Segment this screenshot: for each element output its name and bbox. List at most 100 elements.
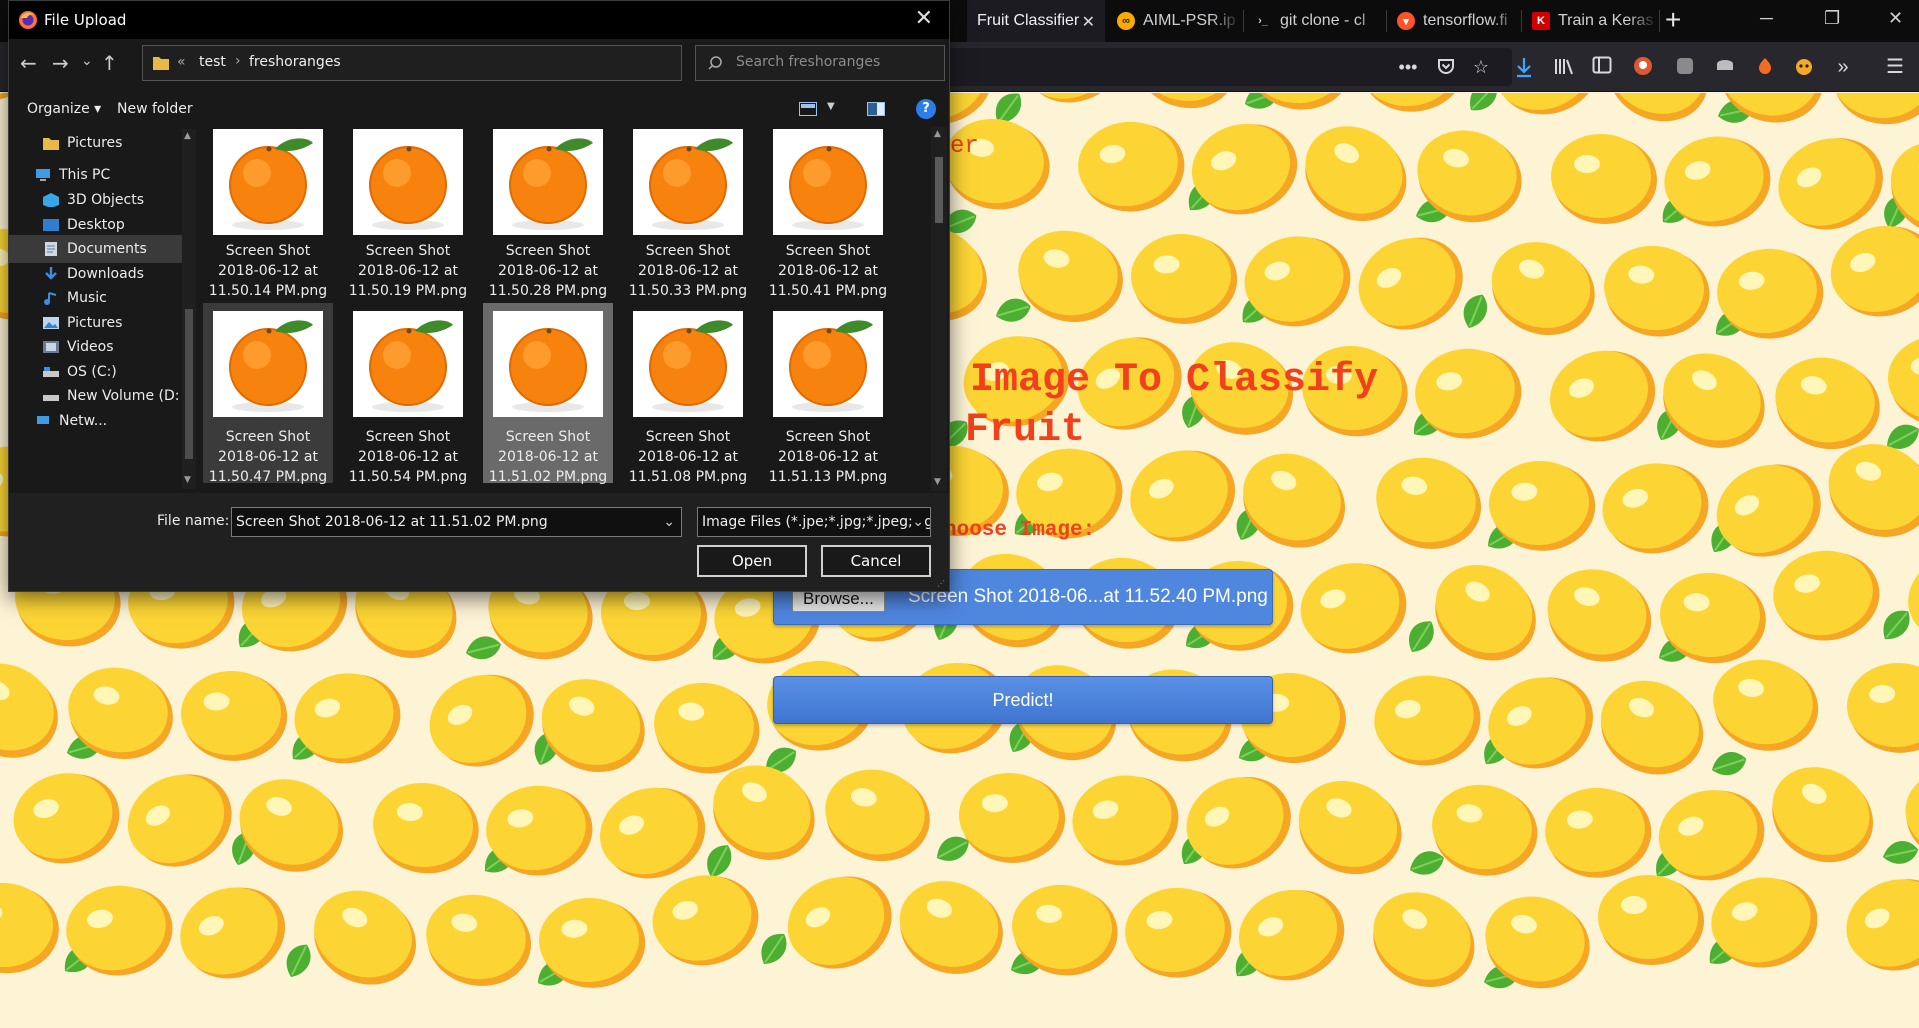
file-name-caption: Screen Shot 2018-06-12 at 11.50.28 PM.png [483,241,613,301]
scroll-down-icon[interactable]: ▼ [184,475,191,485]
pocket-icon[interactable] [1435,56,1457,78]
scroll-thumb[interactable] [935,157,943,223]
tab-keras[interactable]: K Train a Keras [1522,0,1658,42]
nav-item-this-pc[interactable]: This PC [9,161,182,189]
ext-icon[interactable] [1714,56,1736,78]
file-name-line: 11.51.13 PM.png [768,469,888,485]
predict-button[interactable]: Predict! [773,676,1273,724]
close-icon[interactable]: ✕ [1082,12,1095,32]
nav-item-network[interactable]: Netw... [9,407,182,435]
minimize-icon[interactable]: ─ [1760,8,1773,29]
ext-duckduckgo-icon[interactable] [1632,56,1654,78]
file-tile[interactable]: Screen Shot 2018-06-12 at 11.50.19 PM.png [343,129,473,309]
nav-item-documents[interactable]: Documents [9,235,182,263]
path-segment[interactable]: test [199,54,226,70]
file-tile[interactable]: Screen Shot 2018-06-12 at 11.50.14 PM.png [203,129,333,309]
page-heading-line2: Fruit [965,408,1086,453]
file-grid-scrollbar[interactable]: ▲ ▼ [931,127,947,491]
nav-label: Pictures [67,135,123,151]
organize-button[interactable]: Organize ▾ [27,101,101,117]
tab-fruit-classifier[interactable]: Fruit Classifier ✕ [967,0,1105,42]
file-name-line: Screen Shot [785,243,871,259]
file-name-value: Screen Shot 2018-06-12 at 11.51.02 PM.pn… [236,514,548,530]
file-tile[interactable]: Screen Shot 2018-06-12 at 11.51.02 PM.png [483,303,613,485]
back-icon[interactable]: ← [20,51,37,75]
pc-icon [36,169,50,181]
view-options-icon[interactable] [799,102,817,116]
preview-pane-icon[interactable] [867,102,885,116]
scroll-thumb[interactable] [185,309,193,459]
new-tab-button[interactable]: + [1665,6,1681,34]
file-tile[interactable]: Screen Shot 2018-06-12 at 11.50.54 PM.png [343,303,473,485]
firefox-icon [19,11,37,29]
nav-item-pictures-quick[interactable]: Pictures [9,129,182,157]
navigation-scrollbar[interactable]: ▲ ▼ [182,129,196,489]
file-tile[interactable]: Screen Shot 2018-06-12 at 11.51.13 PM.png [763,303,893,485]
file-tile[interactable]: Screen Shot 2018-06-12 at 11.50.41 PM.png [763,129,893,309]
star-icon[interactable]: ☆ [1470,56,1492,78]
nav-item-3d-objects[interactable]: 3D Objects [9,186,182,214]
search-input[interactable]: Search freshoranges [695,45,945,81]
scroll-up-icon[interactable]: ▲ [934,129,941,139]
chosen-file-name: Screen Shot 2018-06...at 11.52.40 PM.png [908,586,1268,607]
file-thumbnail [213,311,323,417]
file-type-value: Image Files (*.jpe;*.jpg;*.jpeg;*.g [702,514,931,530]
videos-icon [43,341,59,353]
file-name-line: 11.50.14 PM.png [208,283,328,299]
file-name-field[interactable]: Screen Shot 2018-06-12 at 11.51.02 PM.pn… [231,507,682,537]
tab-tensorflow[interactable]: ▾ tensorflow.fi [1387,0,1521,42]
file-type-select[interactable]: Image Files (*.jpe;*.jpg;*.jpeg;*.g ⌄ [697,507,931,537]
up-folder-icon[interactable]: ↑ [101,51,118,75]
nav-item-music[interactable]: Music [9,284,182,312]
new-folder-button[interactable]: New folder [117,101,193,117]
file-name-caption: Screen Shot 2018-06-12 at 11.50.47 PM.png [203,427,333,487]
file-tile[interactable]: Screen Shot 2018-06-12 at 11.50.33 PM.png [623,129,753,309]
file-name-caption: Screen Shot 2018-06-12 at 11.50.33 PM.png [623,241,753,301]
nav-item-videos[interactable]: Videos [9,333,182,361]
dialog-titlebar[interactable]: File Upload ✕ [9,1,949,39]
download-icon[interactable] [1513,56,1535,78]
file-tile[interactable]: Screen Shot 2018-06-12 at 11.51.08 PM.png [623,303,753,485]
file-name-dropdown-icon[interactable]: ⌄ [663,508,675,536]
file-name-line: 2018-06-12 at [218,449,318,465]
sidebar-icon[interactable] [1591,56,1613,78]
choose-image-label: hoose Image: [944,519,1096,542]
scroll-down-icon[interactable]: ▼ [934,477,941,487]
resize-grip-icon[interactable]: ⋰ [937,579,945,588]
nav-item-new-volume-d[interactable]: New Volume (D: [9,382,182,410]
window-close-icon[interactable]: ✕ [1888,8,1903,29]
address-bar[interactable]: « test › freshoranges ⌄ ↻ [142,45,804,81]
tab-label: git clone - cl [1280,12,1366,29]
cancel-button[interactable]: Cancel [821,545,931,577]
tab-git-clone[interactable]: ›_ git clone - cl [1244,0,1386,42]
ext-icon[interactable] [1674,56,1696,78]
menu-icon[interactable]: ☰ [1884,56,1906,78]
scroll-up-icon[interactable]: ▲ [184,131,191,141]
file-type-dropdown-icon[interactable]: ⌄ [912,508,924,536]
file-tile[interactable]: Screen Shot 2018-06-12 at 11.50.28 PM.png [483,129,613,309]
drive-icon [43,395,59,401]
nav-label: Music [67,290,107,306]
ext-icon[interactable] [1754,56,1776,78]
forward-icon[interactable]: → [52,51,69,75]
library-icon[interactable] [1553,56,1575,78]
tab-aiml-psr[interactable]: ∞ AIML-PSR.ip [1107,0,1241,42]
recent-locations-icon[interactable]: ⌄ [81,53,93,69]
3d-objects-icon [43,193,59,207]
file-tile[interactable]: Screen Shot 2018-06-12 at 11.50.47 PM.png [203,303,333,485]
open-button[interactable]: Open [697,545,807,577]
dialog-footer: File name: Screen Shot 2018-06-12 at 11.… [9,493,949,591]
more-icon[interactable]: ••• [1397,56,1419,78]
overflow-icon[interactable]: » [1832,56,1854,78]
dialog-close-icon[interactable]: ✕ [915,6,933,31]
file-name-line: 11.50.54 PM.png [348,469,468,485]
path-overflow[interactable]: « [177,54,186,70]
nav-label: This PC [59,167,111,183]
view-dropdown-icon[interactable]: ▼ [827,101,835,112]
nav-label: Videos [67,339,114,355]
path-segment[interactable]: freshoranges [249,54,341,70]
restore-icon[interactable]: ❐ [1824,8,1840,29]
help-icon[interactable]: ? [916,99,936,119]
ext-icon[interactable] [1793,56,1815,78]
url-bar[interactable]: ••• ☆ [942,48,1512,86]
